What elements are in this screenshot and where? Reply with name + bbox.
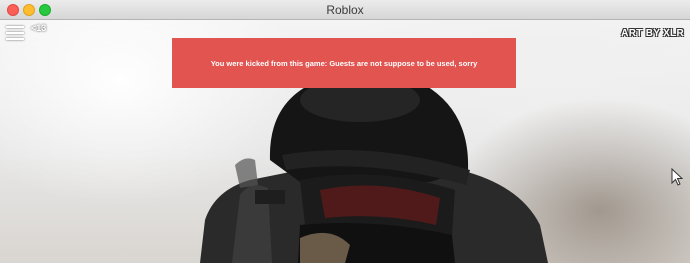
art-credit-label: ART BY XLR [621, 28, 684, 39]
age-badge: <13 [31, 23, 47, 33]
kick-dialog: You were kicked from this game: Guests a… [172, 38, 516, 88]
kick-message: You were kicked from this game: Guests a… [210, 58, 478, 68]
hamburger-menu-icon[interactable] [6, 25, 26, 41]
window-title: Roblox [326, 3, 364, 17]
rifle-grip [255, 190, 285, 204]
game-viewport[interactable]: <13 ART BY XLR You were kicked from this… [0, 20, 690, 263]
mouse-pointer-icon [671, 168, 683, 186]
window-titlebar[interactable]: Roblox [0, 0, 690, 20]
background-figure [235, 158, 258, 188]
